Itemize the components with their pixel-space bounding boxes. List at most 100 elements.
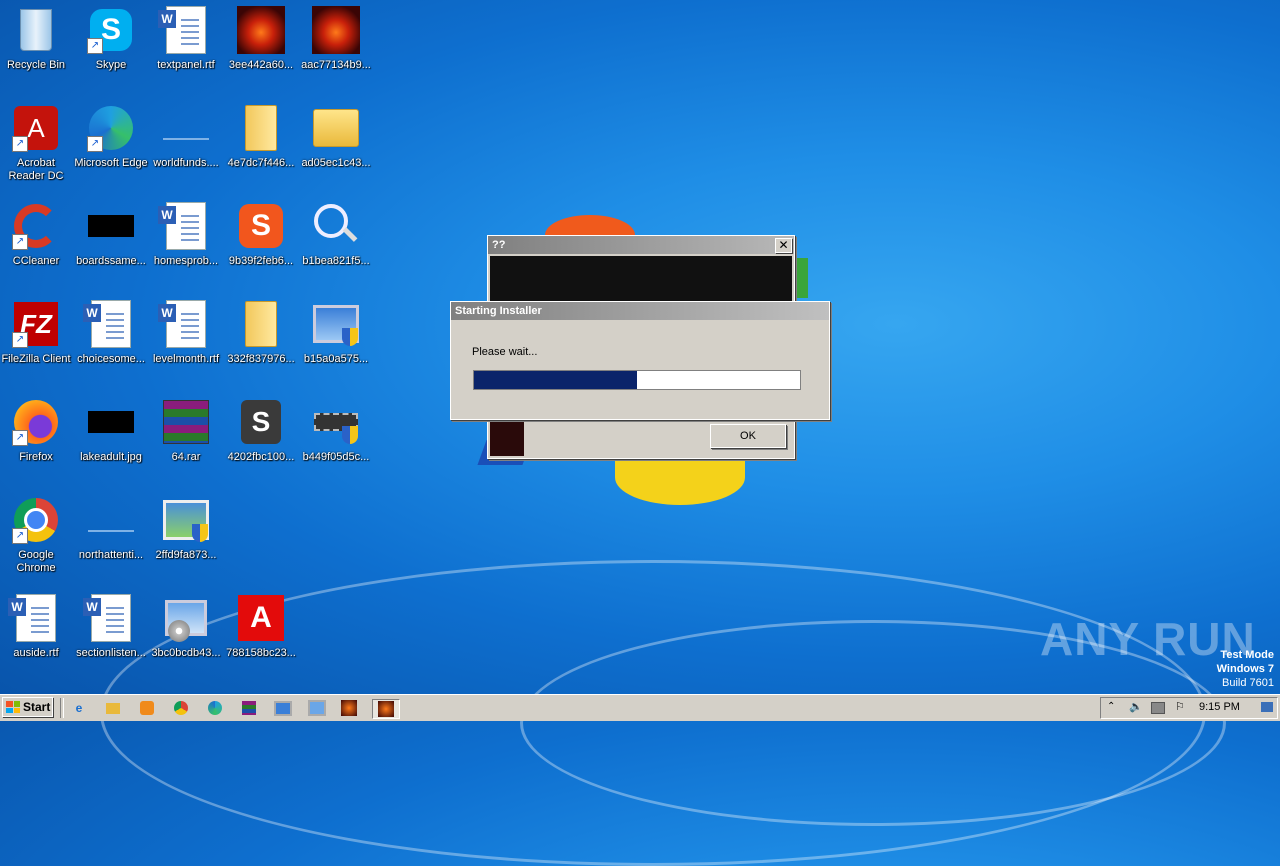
- start-label: Start: [23, 700, 51, 714]
- installer-dialog-titlebar[interactable]: Starting Installer: [451, 302, 829, 320]
- desktop-icon-ccleaner[interactable]: ↗ CCleaner: [0, 198, 74, 268]
- test-mode-notice: Test Mode Windows 7 Build 7601: [1217, 648, 1274, 690]
- desktop-icon-lakeadult[interactable]: lakeadult.jpg: [73, 394, 149, 464]
- desktop-icon-3ee442a60[interactable]: 3ee442a60...: [223, 2, 299, 72]
- windows-logo-icon: [6, 701, 20, 713]
- ccleaner-icon: ↗: [12, 202, 60, 250]
- start-button[interactable]: Start: [2, 697, 53, 717]
- recycle-bin-icon: [12, 6, 60, 54]
- taskbar-separator: [60, 698, 64, 718]
- close-icon[interactable]: ✕: [775, 238, 792, 253]
- desktop-icon-textpanel[interactable]: W textpanel.rtf: [148, 2, 224, 72]
- desktop-icon-chrome[interactable]: ↗ Google Chrome: [0, 492, 74, 575]
- skype-icon: S ↗: [87, 6, 135, 54]
- test-mode-line2: Windows 7: [1216, 663, 1274, 675]
- blank-file-icon: [87, 496, 135, 544]
- desktop-icon-b15a0a575[interactable]: b15a0a575...: [298, 296, 374, 366]
- desktop-icon-2ffd9fa873[interactable]: 2ffd9fa873...: [148, 492, 224, 562]
- desktop-icon-northattenti[interactable]: northattenti...: [73, 492, 149, 562]
- installer-taskbar-icon[interactable]: [308, 699, 326, 717]
- taskbar: Start e ⌃ 🔈 ⚐ 9:15 PM: [0, 694, 1280, 721]
- edge-taskbar-icon[interactable]: [206, 699, 224, 717]
- desktop-icon-sectionlisten[interactable]: W sectionlisten...: [73, 590, 149, 660]
- network-icon[interactable]: [1151, 702, 1165, 714]
- installer-icon: [162, 594, 210, 642]
- back-dialog-image: [490, 256, 792, 302]
- desktop-icon-auside[interactable]: W auside.rtf: [0, 590, 74, 660]
- desktop-icon-788158bc23[interactable]: A 788158bc23...: [223, 590, 299, 660]
- tray-expand-icon[interactable]: ⌃: [1107, 701, 1115, 712]
- explorer-icon[interactable]: [104, 699, 122, 717]
- fire-horse-icon: [312, 6, 360, 54]
- ie-icon[interactable]: e: [70, 699, 88, 717]
- sandboxie-icon: S: [237, 398, 285, 446]
- back-dialog-image-strip: [490, 422, 524, 456]
- test-mode-line3: Build 7601: [1222, 677, 1274, 689]
- black-image-icon: [87, 398, 135, 446]
- installer-progress-bar: [473, 370, 801, 390]
- blank-file-icon: [162, 104, 210, 152]
- folder-icon: [237, 104, 285, 152]
- word-document-icon: W: [158, 6, 210, 54]
- installer-dialog-title: Starting Installer: [455, 305, 542, 317]
- desktop-icon-aac77134b9[interactable]: aac77134b9...: [298, 2, 374, 72]
- back-dialog-title: ??: [492, 239, 506, 251]
- fire-horse-taskbar-icon-active[interactable]: [372, 699, 400, 719]
- desktop-icon-filezilla[interactable]: FZ ↗ FileZilla Client: [0, 296, 74, 366]
- word-document-icon: W: [83, 594, 135, 642]
- desktop-icon-firefox[interactable]: ↗ Firefox: [0, 394, 74, 464]
- folder-icon: [237, 300, 285, 348]
- word-document-icon: W: [83, 300, 135, 348]
- word-document-icon: W: [8, 594, 60, 642]
- desktop-icon-b449f05d5c[interactable]: b449f05d5c...: [298, 394, 374, 464]
- installer-dialog: Starting Installer Please wait...: [450, 301, 830, 420]
- installer-message: Please wait...: [472, 346, 538, 358]
- desktop-icon-332f837976[interactable]: 332f837976...: [223, 296, 299, 366]
- word-document-icon: W: [158, 202, 210, 250]
- desktop-icon-levelmonth[interactable]: W levelmonth.rtf: [148, 296, 224, 366]
- media-player-icon[interactable]: [138, 699, 156, 717]
- back-dialog-titlebar[interactable]: ?? ✕: [488, 236, 794, 254]
- sogou-icon: S: [237, 202, 285, 250]
- acrobat-icon: A ↗: [12, 104, 60, 152]
- ok-button[interactable]: OK: [710, 424, 786, 448]
- desktop-icon-64rar[interactable]: 64.rar: [148, 394, 224, 464]
- system-tray: ⌃ 🔈 ⚐ 9:15 PM: [1100, 697, 1278, 719]
- flag-icon[interactable]: ⚐: [1175, 700, 1185, 713]
- show-desktop-icon[interactable]: [1261, 702, 1273, 712]
- desktop-icon-boardssame[interactable]: boardssame...: [73, 198, 149, 268]
- fire-horse-taskbar-icon[interactable]: [340, 699, 358, 717]
- monitor-taskbar-icon[interactable]: [274, 699, 292, 717]
- fire-horse-icon: [237, 6, 285, 54]
- desktop-icon-ad05ec1c43[interactable]: ad05ec1c43...: [298, 100, 374, 170]
- word-document-icon: W: [158, 300, 210, 348]
- winrar-icon: [162, 398, 210, 446]
- edge-icon: ↗: [87, 104, 135, 152]
- desktop-icon-3bc0bcdb43[interactable]: 3bc0bcdb43...: [148, 590, 224, 660]
- desktop-icon-choicesome[interactable]: W choicesome...: [73, 296, 149, 366]
- monitor-shield-icon: [312, 300, 360, 348]
- desktop-icon-edge[interactable]: ↗ Microsoft Edge: [73, 100, 149, 170]
- volume-icon[interactable]: 🔈: [1129, 700, 1143, 713]
- magnifier-icon: [312, 202, 360, 250]
- desktop-icon-acrobat[interactable]: A ↗ Acrobat Reader DC: [0, 100, 74, 183]
- installer-progress-fill: [474, 371, 637, 389]
- desktop-icon-4e7dc7f446[interactable]: 4e7dc7f446...: [223, 100, 299, 170]
- desktop-icon-9b39f2feb6[interactable]: S 9b39f2feb6...: [223, 198, 299, 268]
- desktop-icon-b1bea821f5[interactable]: b1bea821f5...: [298, 198, 374, 268]
- image-shield-icon: [162, 496, 210, 544]
- chip-shield-icon: [312, 398, 360, 446]
- winrar-taskbar-icon[interactable]: [240, 699, 258, 717]
- adobe-icon: A: [237, 594, 285, 642]
- black-image-icon: [87, 202, 135, 250]
- desktop-icon-4202fbc100[interactable]: S 4202fbc100...: [223, 394, 299, 464]
- filezilla-icon: FZ ↗: [12, 300, 60, 348]
- chrome-icon: ↗: [12, 496, 60, 544]
- desktop-icon-homesprob[interactable]: W homesprob...: [148, 198, 224, 268]
- chrome-taskbar-icon[interactable]: [172, 699, 190, 717]
- folder-icon: [312, 104, 360, 152]
- clock[interactable]: 9:15 PM: [1199, 701, 1240, 713]
- desktop-icon-worldfunds[interactable]: worldfunds....: [148, 100, 224, 170]
- desktop-icon-recycle-bin[interactable]: Recycle Bin: [0, 2, 74, 72]
- desktop-icon-skype[interactable]: S ↗ Skype: [73, 2, 149, 72]
